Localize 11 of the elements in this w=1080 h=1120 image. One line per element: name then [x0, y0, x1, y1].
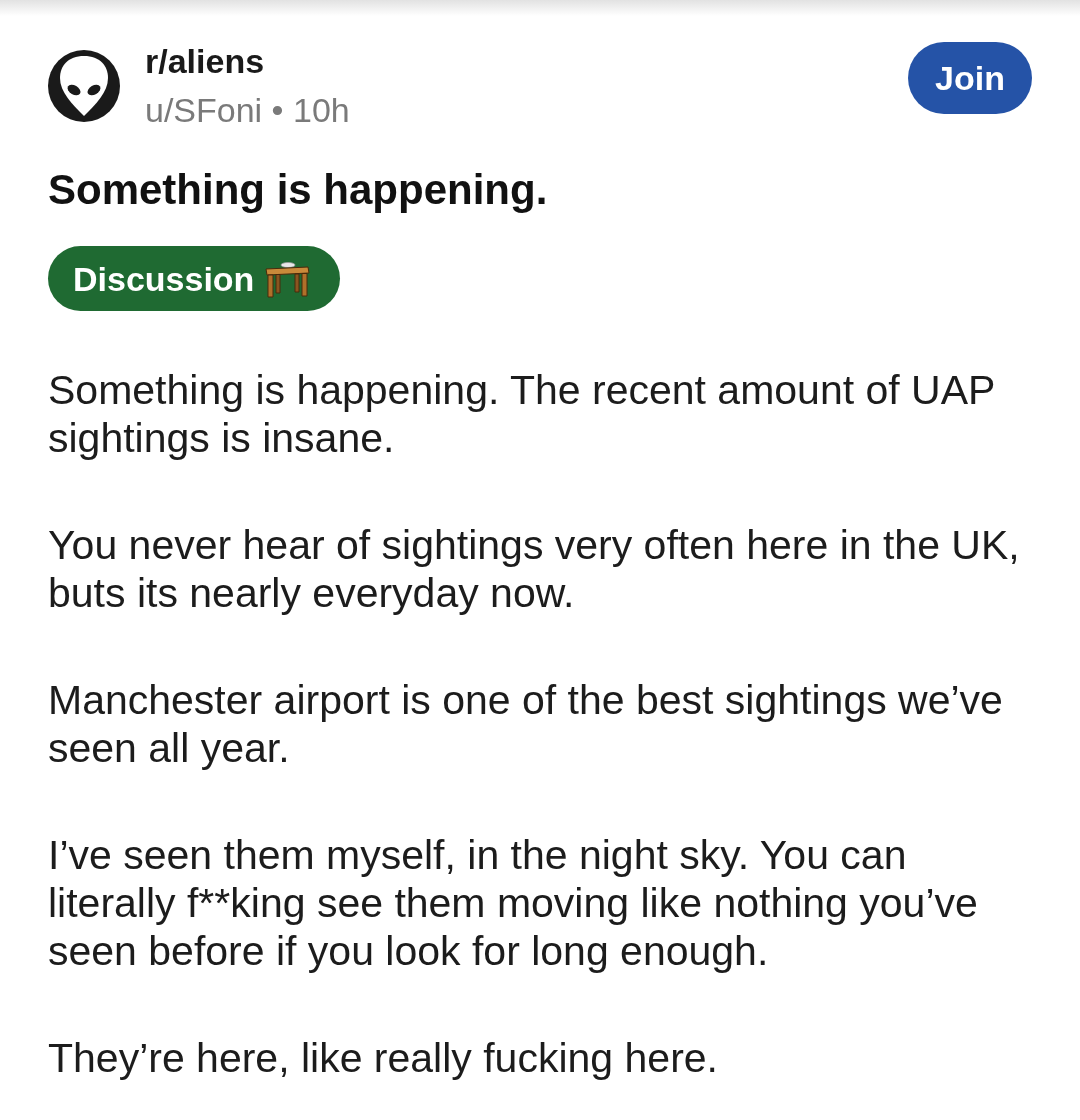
flair-label: Discussion	[73, 261, 255, 296]
post-meta: u/SFoni • 10h	[145, 90, 350, 131]
body-paragraph: Something is happening. The recent amount of UAP sightings is insane.	[48, 366, 996, 462]
body-paragraph: I’ve seen them myself, in the night sky. You can literally f**king see them moving like nothing you’ve seen before if you look for long enough.	[48, 831, 979, 975]
body-paragraph: They’re here, like really fucking here.	[48, 1034, 719, 1082]
body-paragraph: You never hear of sightings very often here in the UK, buts its nearly everyday now.	[48, 521, 1021, 617]
alien-head-icon	[48, 50, 120, 122]
body-paragraph: Manchester airport is one of the best sightings we’ve seen all year.	[48, 676, 1004, 772]
join-button[interactable]: Join	[908, 42, 1032, 114]
community-name[interactable]: r/aliens	[145, 37, 350, 86]
post-title: Something is happening.	[48, 165, 549, 215]
